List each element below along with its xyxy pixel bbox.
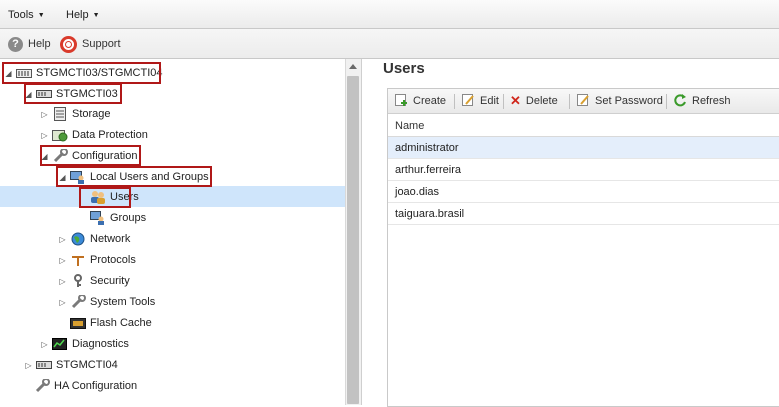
table-row[interactable]: administrator xyxy=(388,137,779,159)
users-panel: Create Edit ✕ Delete Set Password Refres… xyxy=(387,88,779,407)
menu-bar: Tools ▼ Help ▼ xyxy=(0,0,779,29)
delete-button-label: Delete xyxy=(525,95,558,107)
tree-node-system-tools-label: System Tools xyxy=(90,296,156,308)
chevron-down-icon: ▼ xyxy=(37,12,45,19)
tree-node-data-protection[interactable]: ▷ Data Protection xyxy=(40,125,148,145)
highlight-box xyxy=(79,187,131,208)
storage-icon xyxy=(52,107,68,121)
tree-node-diagnostics[interactable]: ▷ Diagnostics xyxy=(40,334,129,354)
tree-selection-highlight xyxy=(0,186,345,207)
user-name-cell: joao.dias xyxy=(395,186,440,198)
user-name-cell: administrator xyxy=(395,142,459,154)
menu-help-label: Help xyxy=(66,9,89,21)
help-button-label: Help xyxy=(28,38,51,50)
highlight-box xyxy=(24,83,122,104)
globe-icon xyxy=(70,232,86,246)
tree-node-ha-configuration-label: HA Configuration xyxy=(54,380,138,392)
tree-node-stgmcti04-label: STGMCTI04 xyxy=(56,359,118,371)
tree-node-groups[interactable]: Groups xyxy=(90,208,146,228)
table-row[interactable]: arthur.ferreira xyxy=(388,159,779,181)
edit-icon xyxy=(461,93,475,110)
toolbar-separator xyxy=(666,94,667,109)
create-button[interactable]: Create xyxy=(394,93,446,109)
edit-button-label: Edit xyxy=(480,95,499,107)
server-icon xyxy=(36,358,52,372)
tree-node-stgmcti04[interactable]: ▷ STGMCTI04 xyxy=(24,355,118,375)
tree-node-security-label: Security xyxy=(90,275,130,287)
user-name-cell: arthur.ferreira xyxy=(395,164,462,176)
main-toolbar: ? Help Support xyxy=(0,29,779,59)
data-protection-icon xyxy=(52,128,68,142)
scrollbar-thumb[interactable] xyxy=(347,76,359,404)
tree-node-flash-cache[interactable]: Flash Cache xyxy=(70,313,152,333)
table-row[interactable]: joao.dias xyxy=(388,181,779,203)
tree-node-data-protection-label: Data Protection xyxy=(72,129,148,141)
tree-node-storage[interactable]: ▷ Storage xyxy=(40,104,111,124)
set-password-button-label: Set Password xyxy=(595,95,663,107)
support-button[interactable]: Support xyxy=(60,35,121,53)
tree-node-system-tools[interactable]: ▷ System Tools xyxy=(58,292,155,312)
create-button-label: Create xyxy=(413,95,447,107)
refresh-button-label: Refresh xyxy=(692,95,731,107)
table-row[interactable]: taiguara.brasil xyxy=(388,203,779,225)
tree-node-storage-label: Storage xyxy=(72,108,111,120)
refresh-icon xyxy=(673,93,687,110)
collapsed-arrow-icon: ▷ xyxy=(41,339,48,349)
highlight-box xyxy=(2,62,161,84)
navigation-tree: ◢ STGMCTI03/STGMCTI04 ◢ STGMCTI03 ▷ Stor… xyxy=(0,59,345,405)
collapsed-arrow-icon: ▷ xyxy=(25,360,32,370)
wrench-icon xyxy=(70,295,86,309)
column-header-name[interactable]: Name xyxy=(388,114,779,137)
toolbar-separator xyxy=(454,94,455,109)
refresh-button[interactable]: Refresh xyxy=(673,93,731,109)
tree-node-protocols-label: Protocols xyxy=(90,254,136,266)
chevron-down-icon: ▼ xyxy=(92,12,100,19)
tree-node-diagnostics-label: Diagnostics xyxy=(72,338,129,350)
support-button-label: Support xyxy=(82,38,121,50)
diagnostics-icon xyxy=(52,337,68,351)
delete-button[interactable]: ✕ Delete xyxy=(510,93,558,109)
tree-node-protocols[interactable]: ▷ Protocols xyxy=(58,250,136,270)
collapsed-arrow-icon: ▷ xyxy=(41,109,48,119)
help-button[interactable]: ? Help xyxy=(8,35,51,53)
collapsed-arrow-icon: ▷ xyxy=(59,234,66,244)
delete-icon: ✕ xyxy=(510,93,521,108)
user-name-cell: taiguara.brasil xyxy=(395,208,465,220)
tree-node-security[interactable]: ▷ Security xyxy=(58,271,130,291)
menu-tools-label: Tools xyxy=(8,9,34,21)
protocols-icon xyxy=(70,253,86,267)
collapsed-arrow-icon: ▷ xyxy=(59,255,66,265)
collapsed-arrow-icon: ▷ xyxy=(41,130,48,140)
tree-node-groups-label: Groups xyxy=(110,212,147,224)
groups-icon xyxy=(90,211,106,225)
column-header-label: Name xyxy=(395,120,425,132)
lifebuoy-icon xyxy=(60,35,77,53)
tree-node-flash-cache-label: Flash Cache xyxy=(90,317,152,329)
tree-node-network-label: Network xyxy=(90,233,131,245)
collapsed-arrow-icon: ▷ xyxy=(59,276,66,286)
toolbar-separator xyxy=(503,94,504,109)
pane-divider[interactable] xyxy=(361,59,362,405)
key-icon xyxy=(70,274,86,288)
wrench-icon xyxy=(34,379,50,393)
tree-node-network[interactable]: ▷ Network xyxy=(58,229,130,249)
page-title: Users xyxy=(383,60,425,77)
highlight-box xyxy=(40,145,141,166)
collapsed-arrow-icon: ▷ xyxy=(59,297,66,307)
scroll-up-arrow-icon[interactable] xyxy=(349,64,357,69)
create-icon xyxy=(394,93,408,110)
flash-cache-icon xyxy=(70,316,86,330)
help-icon: ? xyxy=(8,36,23,52)
set-password-button[interactable]: Set Password xyxy=(576,93,663,109)
set-password-icon xyxy=(576,93,590,110)
edit-button[interactable]: Edit xyxy=(461,93,499,109)
menu-help[interactable]: Help ▼ xyxy=(66,9,100,21)
highlight-box xyxy=(56,166,212,187)
users-toolbar: Create Edit ✕ Delete Set Password Refres… xyxy=(388,89,779,114)
menu-tools[interactable]: Tools ▼ xyxy=(8,9,45,21)
toolbar-separator xyxy=(569,94,570,109)
tree-node-ha-configuration[interactable]: HA Configuration xyxy=(34,376,137,396)
